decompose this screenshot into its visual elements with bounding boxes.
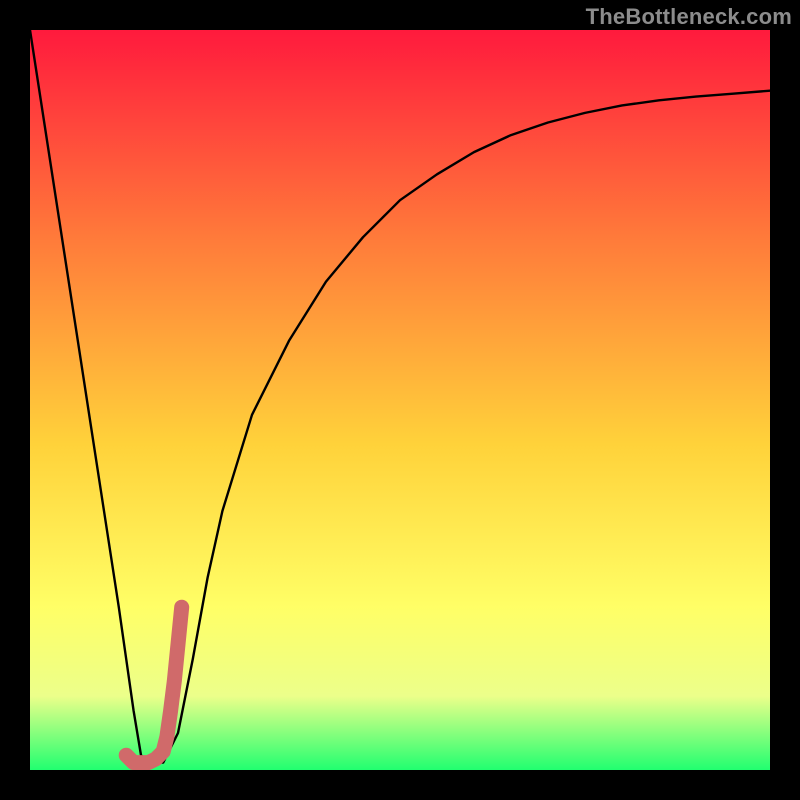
gradient-background <box>30 30 770 770</box>
chart-svg <box>30 30 770 770</box>
plot-area <box>30 30 770 770</box>
outer-frame: TheBottleneck.com <box>0 0 800 800</box>
watermark-text: TheBottleneck.com <box>586 4 792 30</box>
